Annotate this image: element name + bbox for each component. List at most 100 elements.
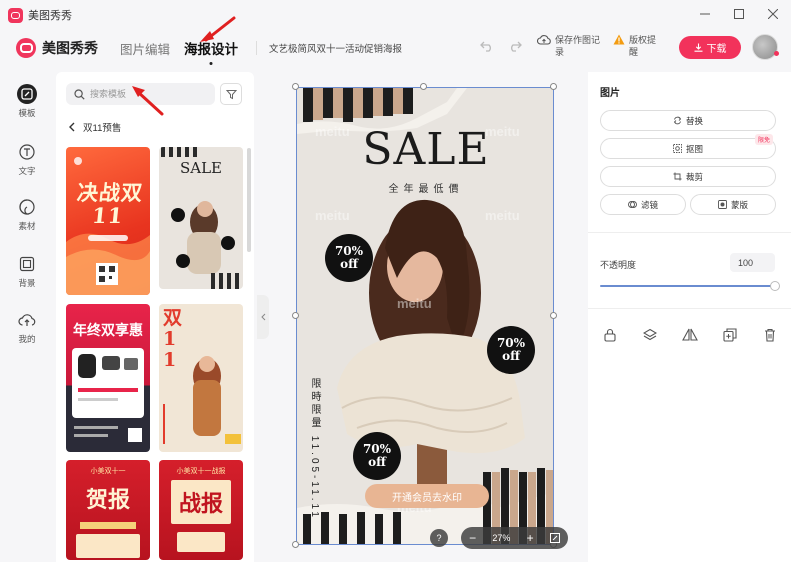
template-thumbnail[interactable]: 小美双十一战报 战报 — [159, 460, 243, 560]
chevron-left-icon — [260, 313, 265, 321]
brand-logo-icon — [16, 38, 36, 58]
maximize-icon[interactable] — [731, 6, 747, 22]
discount-badge[interactable]: 70% off — [487, 326, 535, 374]
minimize-icon[interactable] — [697, 6, 713, 22]
tab-poster-design[interactable]: 海报设计 — [184, 38, 238, 58]
divider — [256, 41, 258, 55]
rail-item-mine[interactable]: 我的 — [0, 310, 54, 345]
mask-icon — [718, 200, 727, 209]
app-logo-icon — [8, 7, 23, 23]
search-input[interactable] — [90, 89, 200, 99]
back-icon[interactable] — [68, 122, 75, 132]
zoom-bar: − 27% + — [461, 527, 568, 549]
background-icon — [17, 254, 37, 274]
delete-icon[interactable] — [762, 327, 778, 343]
text-icon — [17, 142, 37, 162]
poster-vertical-text[interactable]: 限時限量 11.05-11.11 — [307, 378, 322, 520]
avatar[interactable] — [752, 34, 779, 60]
resize-handle[interactable] — [550, 83, 557, 90]
template-icon — [17, 84, 37, 104]
resize-handle[interactable] — [550, 312, 557, 319]
save-record-button[interactable]: 保存作图记录 — [537, 34, 603, 58]
template-title: 贺报 — [85, 487, 130, 513]
properties-panel: 图片 替换 抠图 限免 裁剪 滤镜 蒙版 不透明度 100 — [588, 72, 791, 562]
resize-handle[interactable] — [292, 541, 299, 548]
template-thumbnail[interactable]: 年终双享惠 — [66, 304, 150, 452]
filter-button[interactable] — [220, 83, 242, 105]
lock-icon[interactable] — [602, 327, 618, 343]
badge-off: off — [340, 257, 358, 271]
poster-headline[interactable]: SALE — [297, 126, 553, 174]
opacity-input[interactable]: 100 — [730, 253, 775, 272]
breadcrumb: 双11预售 — [68, 120, 121, 134]
poster-canvas[interactable]: meitu meitu meitu meitu meitu meitu SALE… — [296, 87, 554, 545]
template-grid: 决战双11 SALE 年终双享惠 双11 小美双十一 贺报 小美双十一战报 战报 — [66, 147, 248, 562]
mask-label: 蒙版 — [730, 199, 748, 210]
resize-handle[interactable] — [420, 83, 427, 90]
help-button[interactable]: ? — [430, 529, 448, 547]
watermark-text: meitu — [397, 296, 432, 311]
top-nav: 美图秀秀 图片编辑 海报设计 文艺极简风双十一活动促销海报 保存作图记录 版权提… — [0, 30, 791, 66]
template-search[interactable] — [66, 83, 215, 105]
crop-icon — [673, 172, 682, 181]
rights-reminder-button[interactable]: 版权提醒 — [613, 34, 663, 58]
replace-button[interactable]: 替换 — [600, 110, 776, 131]
template-title: 年终双享惠 — [73, 322, 143, 338]
fit-screen-icon[interactable] — [549, 533, 560, 543]
template-thumbnail[interactable]: 小美双十一 贺报 — [66, 460, 150, 560]
zoom-level[interactable]: 27% — [492, 533, 510, 543]
rail-label: 我的 — [18, 334, 36, 344]
template-scrollbar[interactable] — [247, 148, 251, 252]
template-title: 战报 — [178, 491, 223, 517]
download-icon — [694, 43, 702, 52]
rail-item-background[interactable]: 背景 — [0, 254, 54, 289]
zoom-out-icon[interactable]: − — [469, 531, 476, 545]
template-thumbnail[interactable]: SALE — [159, 147, 243, 289]
filter-effect-button[interactable]: 滤镜 — [600, 194, 686, 215]
template-title: SALE — [179, 159, 223, 177]
properties-title: 图片 — [600, 88, 620, 99]
resize-handle[interactable] — [292, 83, 299, 90]
brand-name: 美图秀秀 — [42, 40, 98, 56]
undo-icon[interactable] — [480, 40, 494, 52]
rail-item-template[interactable]: 模板 — [0, 84, 54, 119]
template-title: 双11 — [163, 307, 183, 371]
collapse-panel-button[interactable] — [257, 295, 269, 339]
discount-badge[interactable]: 70% off — [353, 432, 401, 480]
cloud-upload-icon — [537, 35, 551, 45]
template-subtitle: 小美双十一战报 — [176, 468, 226, 475]
template-title: 决战双11 — [75, 180, 145, 228]
zoom-in-icon[interactable]: + — [527, 531, 534, 545]
template-thumbnail[interactable]: 决战双11 — [66, 147, 150, 295]
opacity-slider-track[interactable] — [600, 285, 775, 287]
breadcrumb-label: 双11预售 — [83, 123, 122, 134]
rail-item-text[interactable]: 文字 — [0, 142, 54, 177]
rail-label: 文字 — [18, 166, 36, 176]
mask-button[interactable]: 蒙版 — [690, 194, 776, 215]
free-badge: 限免 — [754, 134, 773, 145]
window-controls — [697, 6, 781, 22]
opacity-label: 不透明度 — [600, 260, 637, 270]
discount-badge[interactable]: 70% off — [325, 234, 373, 282]
tab-image-edit[interactable]: 图片编辑 — [120, 39, 170, 58]
download-button[interactable]: 下载 — [679, 36, 741, 59]
resize-handle[interactable] — [292, 312, 299, 319]
flip-icon[interactable] — [682, 327, 698, 343]
poster-subtitle[interactable]: 全年最低價 — [297, 180, 553, 195]
rights-reminder-label: 版权提醒 — [629, 35, 657, 57]
close-icon[interactable] — [765, 6, 781, 22]
replace-icon — [673, 116, 682, 125]
opacity-slider-handle[interactable] — [770, 281, 780, 291]
download-label: 下载 — [706, 44, 727, 55]
layers-icon[interactable] — [642, 327, 658, 343]
crop-button[interactable]: 裁剪 — [600, 166, 776, 187]
window-title: 美图秀秀 — [28, 10, 72, 22]
document-title[interactable]: 文艺极简风双十一活动促销海报 — [269, 41, 402, 55]
redo-icon[interactable] — [508, 40, 522, 52]
template-subtitle: 小美双十一 — [90, 468, 126, 475]
duplicate-icon[interactable] — [722, 327, 738, 343]
cutout-button[interactable]: 抠图 限免 — [600, 134, 776, 159]
template-thumbnail[interactable]: 双11 — [159, 304, 243, 452]
watermark-cta-button[interactable]: 开通会员去水印 — [365, 484, 489, 508]
rail-item-material[interactable]: 素材 — [0, 197, 54, 232]
